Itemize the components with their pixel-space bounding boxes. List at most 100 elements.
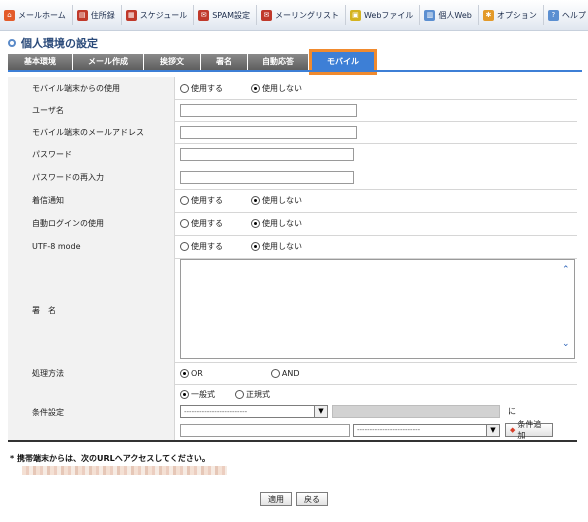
- nav-item-label: ヘルプ: [561, 10, 586, 20]
- nav-item-2[interactable]: ▦ スケジュール: [122, 5, 195, 25]
- notify-off-radio[interactable]: 使用しない: [251, 195, 302, 206]
- radio-icon: [180, 242, 189, 251]
- tab-basic[interactable]: 基本環境: [8, 54, 73, 70]
- footer-buttons: 適用 戻る: [0, 492, 588, 506]
- page-title-text: 個人環境の設定: [21, 37, 98, 50]
- utf8-on-radio[interactable]: 使用する: [180, 241, 223, 252]
- apply-button[interactable]: 適用: [260, 492, 292, 506]
- processing-label: 処理方法: [8, 362, 175, 384]
- page-title: 個人環境の設定: [8, 36, 98, 50]
- nav-item-1[interactable]: ▤ 住所録: [73, 5, 122, 25]
- condition-label: 条件設定: [8, 384, 175, 440]
- mobile-use-off-radio[interactable]: 使用しない: [251, 83, 302, 94]
- nav-item-7[interactable]: ✱ オプション: [479, 5, 544, 25]
- add-condition-button[interactable]: ◆ 条件追加: [505, 420, 553, 440]
- condition-general-radio[interactable]: 一般式: [180, 389, 215, 400]
- username-value: [180, 99, 357, 121]
- bullet-icon: [8, 39, 16, 47]
- tab-underline: [8, 70, 582, 72]
- radio-icon: [270, 368, 280, 378]
- condition-field-select[interactable]: ------------------------- ▼: [180, 405, 328, 418]
- nav-item-6[interactable]: ▥ 個人Web: [420, 5, 479, 25]
- row-mobile-use: モバイル端末からの使用 使用する 使用しない: [8, 77, 577, 100]
- signature-textarea[interactable]: ⌃ ⌄: [180, 259, 575, 359]
- mobile-email-value: [180, 121, 357, 143]
- nav-item-label: スケジュール: [139, 10, 188, 20]
- tab-signature[interactable]: 署名: [201, 54, 248, 70]
- tab-autoreply[interactable]: 自動応答: [248, 54, 309, 70]
- utf8-off-radio[interactable]: 使用しない: [251, 241, 302, 252]
- condition-type-options: 一般式 正規式: [180, 389, 298, 400]
- username-label: ユーザ名: [8, 99, 175, 121]
- select-value: -------------------------: [357, 426, 421, 434]
- nav-item-5[interactable]: ▣ Webファイル: [346, 5, 421, 25]
- row-signature: 署 名 ⌃ ⌄: [8, 258, 577, 363]
- auto-login-on-radio[interactable]: 使用する: [180, 218, 223, 229]
- nav-item-4[interactable]: ✉ メーリングリスト: [257, 5, 346, 25]
- radio-icon: [180, 196, 189, 205]
- radio-icon: [180, 83, 189, 93]
- password-values: [180, 143, 354, 189]
- nav-item-label: Webファイル: [363, 10, 414, 20]
- radio-icon: [251, 219, 260, 228]
- condition-suffix: に: [508, 407, 516, 416]
- nav-item-label: 個人Web: [438, 10, 472, 20]
- row-notify: 着信通知 使用する 使用しない: [8, 189, 577, 213]
- scroll-up-icon[interactable]: ⌃: [562, 266, 570, 275]
- condition-target-select[interactable]: ------------------------- ▼: [353, 423, 500, 437]
- blurred-url: [22, 466, 227, 475]
- processing-and-radio[interactable]: AND: [270, 368, 300, 378]
- radio-label: AND: [281, 368, 300, 378]
- nav-item-label: メーリングリスト: [274, 10, 339, 20]
- radio-label: 使用する: [191, 219, 223, 228]
- tab-compose[interactable]: メール作成: [73, 54, 144, 70]
- auto-login-options: 使用する 使用しない: [180, 212, 330, 235]
- nav-item-label: メールホーム: [18, 10, 66, 20]
- radio-label: 使用しない: [262, 219, 302, 228]
- row-processing: 処理方法 OR AND: [8, 362, 577, 385]
- back-button[interactable]: 戻る: [296, 492, 328, 506]
- nav-item-3[interactable]: ✉ SPAM設定: [194, 5, 257, 25]
- nav-item-8[interactable]: ? ヘルプ: [544, 5, 588, 25]
- add-condition-label: 条件追加: [517, 420, 542, 440]
- password-label: パスワード: [32, 150, 72, 159]
- notify-label: 着信通知: [8, 189, 175, 212]
- username-input[interactable]: [180, 103, 357, 117]
- radio-label: OR: [191, 368, 203, 378]
- auto-login-off-radio[interactable]: 使用しない: [251, 218, 302, 229]
- address-book-icon: ▤: [76, 9, 88, 21]
- password-labels: パスワード パスワードの再入力: [8, 143, 175, 189]
- mailing-list-icon: ✉: [260, 9, 272, 21]
- radio-icon: [235, 390, 244, 399]
- auto-login-label: 自動ログインの使用: [8, 212, 175, 235]
- chevron-down-icon: ▼: [486, 424, 499, 436]
- spam-icon: ✉: [198, 9, 210, 21]
- radio-label: 使用しない: [262, 196, 302, 205]
- personal-web-icon: ▥: [424, 9, 436, 21]
- row-condition: 条件設定 一般式 正規式 ------------------------- ▼…: [8, 384, 577, 442]
- tab-greeting[interactable]: 挨拶文: [144, 54, 201, 70]
- mobile-use-label: モバイル端末からの使用: [8, 77, 175, 99]
- home-icon: ⌂: [4, 9, 15, 21]
- options-icon: ✱: [482, 9, 494, 21]
- row-password: パスワード パスワードの再入力: [8, 143, 577, 190]
- nav-item-label: オプション: [496, 10, 537, 20]
- nav-item-label: 住所録: [90, 10, 115, 20]
- nav-item-0[interactable]: ⌂ メールホーム: [0, 5, 73, 25]
- radio-label: 使用する: [191, 196, 223, 205]
- password-input[interactable]: [180, 148, 354, 161]
- radio-icon: [251, 242, 260, 251]
- notify-on-radio[interactable]: 使用する: [180, 195, 223, 206]
- scroll-down-icon[interactable]: ⌄: [562, 340, 570, 349]
- condition-text-input[interactable]: [180, 423, 350, 437]
- radio-label: 使用する: [191, 83, 223, 93]
- mobile-use-on-radio[interactable]: 使用する: [180, 83, 223, 94]
- condition-regex-radio[interactable]: 正規式: [235, 389, 270, 400]
- select-value: -------------------------: [184, 407, 248, 416]
- condition-line-2: ------------------------- ▼ ◆ 条件追加: [180, 420, 553, 440]
- password-confirm-input[interactable]: [180, 171, 354, 184]
- mobile-email-input[interactable]: [180, 125, 357, 139]
- processing-or-radio[interactable]: OR: [180, 368, 203, 378]
- radio-icon: [251, 196, 260, 205]
- radio-icon: [180, 368, 189, 378]
